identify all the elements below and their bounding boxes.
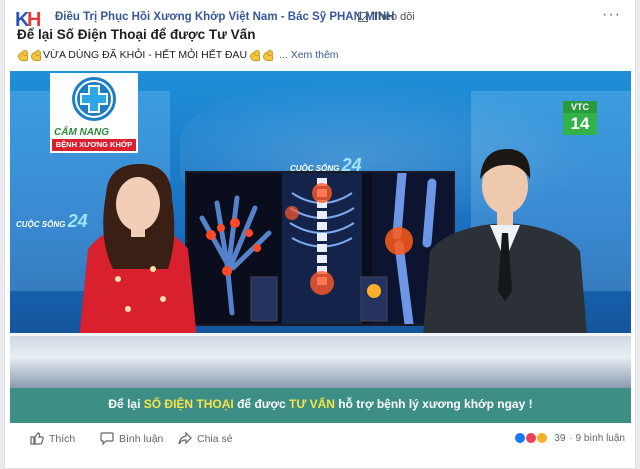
post-card: K H Điều Trị Phục Hồi Xương Khớp Việt Na…: [4, 0, 636, 469]
video-player[interactable]: CUỘC SỐNG 24 CUỘC SỐNG 24 CẨM NANG BỆNH …: [10, 71, 631, 423]
xray-display: [185, 171, 455, 326]
caption-text: hỗ trợ bệnh lý xương khớp ngay !: [334, 397, 533, 411]
caption-text: để được: [233, 397, 289, 411]
see-more-link[interactable]: ... Xem thêm: [279, 49, 339, 61]
caption-text: Để lại: [108, 397, 144, 411]
cam-nang-logo: CẨM NANG BỆNH XƯƠNG KHỚP: [50, 73, 138, 153]
follow-label: Theo dõi: [372, 11, 415, 23]
post-text: VỪA DÙNG ĐÃ KHỎI - HẾT MỎI HẾT ĐAU: [43, 49, 248, 61]
comment-label: Bình luận: [119, 432, 164, 445]
comment-count-link[interactable]: · 9 bình luận: [569, 433, 625, 444]
reactions-summary[interactable]: 39 · 9 bình luận: [514, 432, 625, 444]
caption-highlight-advice: TƯ VẤN: [289, 397, 335, 411]
comment-button[interactable]: Bình luận: [100, 432, 163, 445]
muscle-emoji-icon: [30, 49, 42, 61]
post-title: Để lại Số Điện Thoại để được Tư Vấn: [17, 27, 256, 42]
female-anchor: [78, 164, 198, 349]
follow-icon: [358, 12, 368, 22]
logo-subtitle: BỆNH XƯƠNG KHỚP: [52, 139, 136, 151]
video-caption: Để lại SỐ ĐIỆN THOẠI để được TƯ VẤN hỗ t…: [10, 397, 631, 411]
caption-highlight-phone: SỐ ĐIỆN THOẠI: [143, 397, 234, 411]
logo-title: CẨM NANG: [54, 127, 109, 138]
like-button[interactable]: Thích: [30, 432, 75, 445]
more-options-icon[interactable]: ···: [602, 6, 621, 24]
like-label: Thích: [49, 432, 76, 445]
xray-image: [187, 173, 453, 324]
haha-reaction-icon: [536, 432, 549, 444]
show-name-left: CUỘC SỐNG: [16, 220, 66, 229]
post-actions-bar: Thích Bình luận Chia sẻ 39 · 9 bình luận: [10, 428, 631, 452]
thumbs-up-icon: [30, 432, 44, 445]
muscle-emoji-icon: [17, 49, 29, 61]
muscle-emoji-icon: [249, 49, 261, 61]
comment-icon: [100, 432, 114, 445]
vtc14-channel-logo: VTC 14: [563, 101, 597, 135]
channel-number: 14: [563, 113, 597, 135]
reaction-count: 39: [554, 432, 566, 444]
muscle-emoji-icon: [262, 49, 274, 61]
post-text-line: VỪA DÙNG ĐÃ KHỎI - HẾT MỎI HẾT ĐAU ... X…: [17, 49, 339, 61]
anchor-desk: [10, 336, 631, 388]
male-anchor: [422, 149, 588, 346]
share-label: Chia sẻ: [197, 432, 233, 445]
channel-name: VTC: [563, 101, 597, 113]
share-icon: [178, 432, 192, 445]
follow-button[interactable]: Theo dõi: [358, 11, 415, 23]
page-name-link[interactable]: Điều Trị Phục Hồi Xương Khớp Việt Nam - …: [55, 11, 395, 23]
share-button[interactable]: Chia sẻ: [178, 432, 233, 445]
